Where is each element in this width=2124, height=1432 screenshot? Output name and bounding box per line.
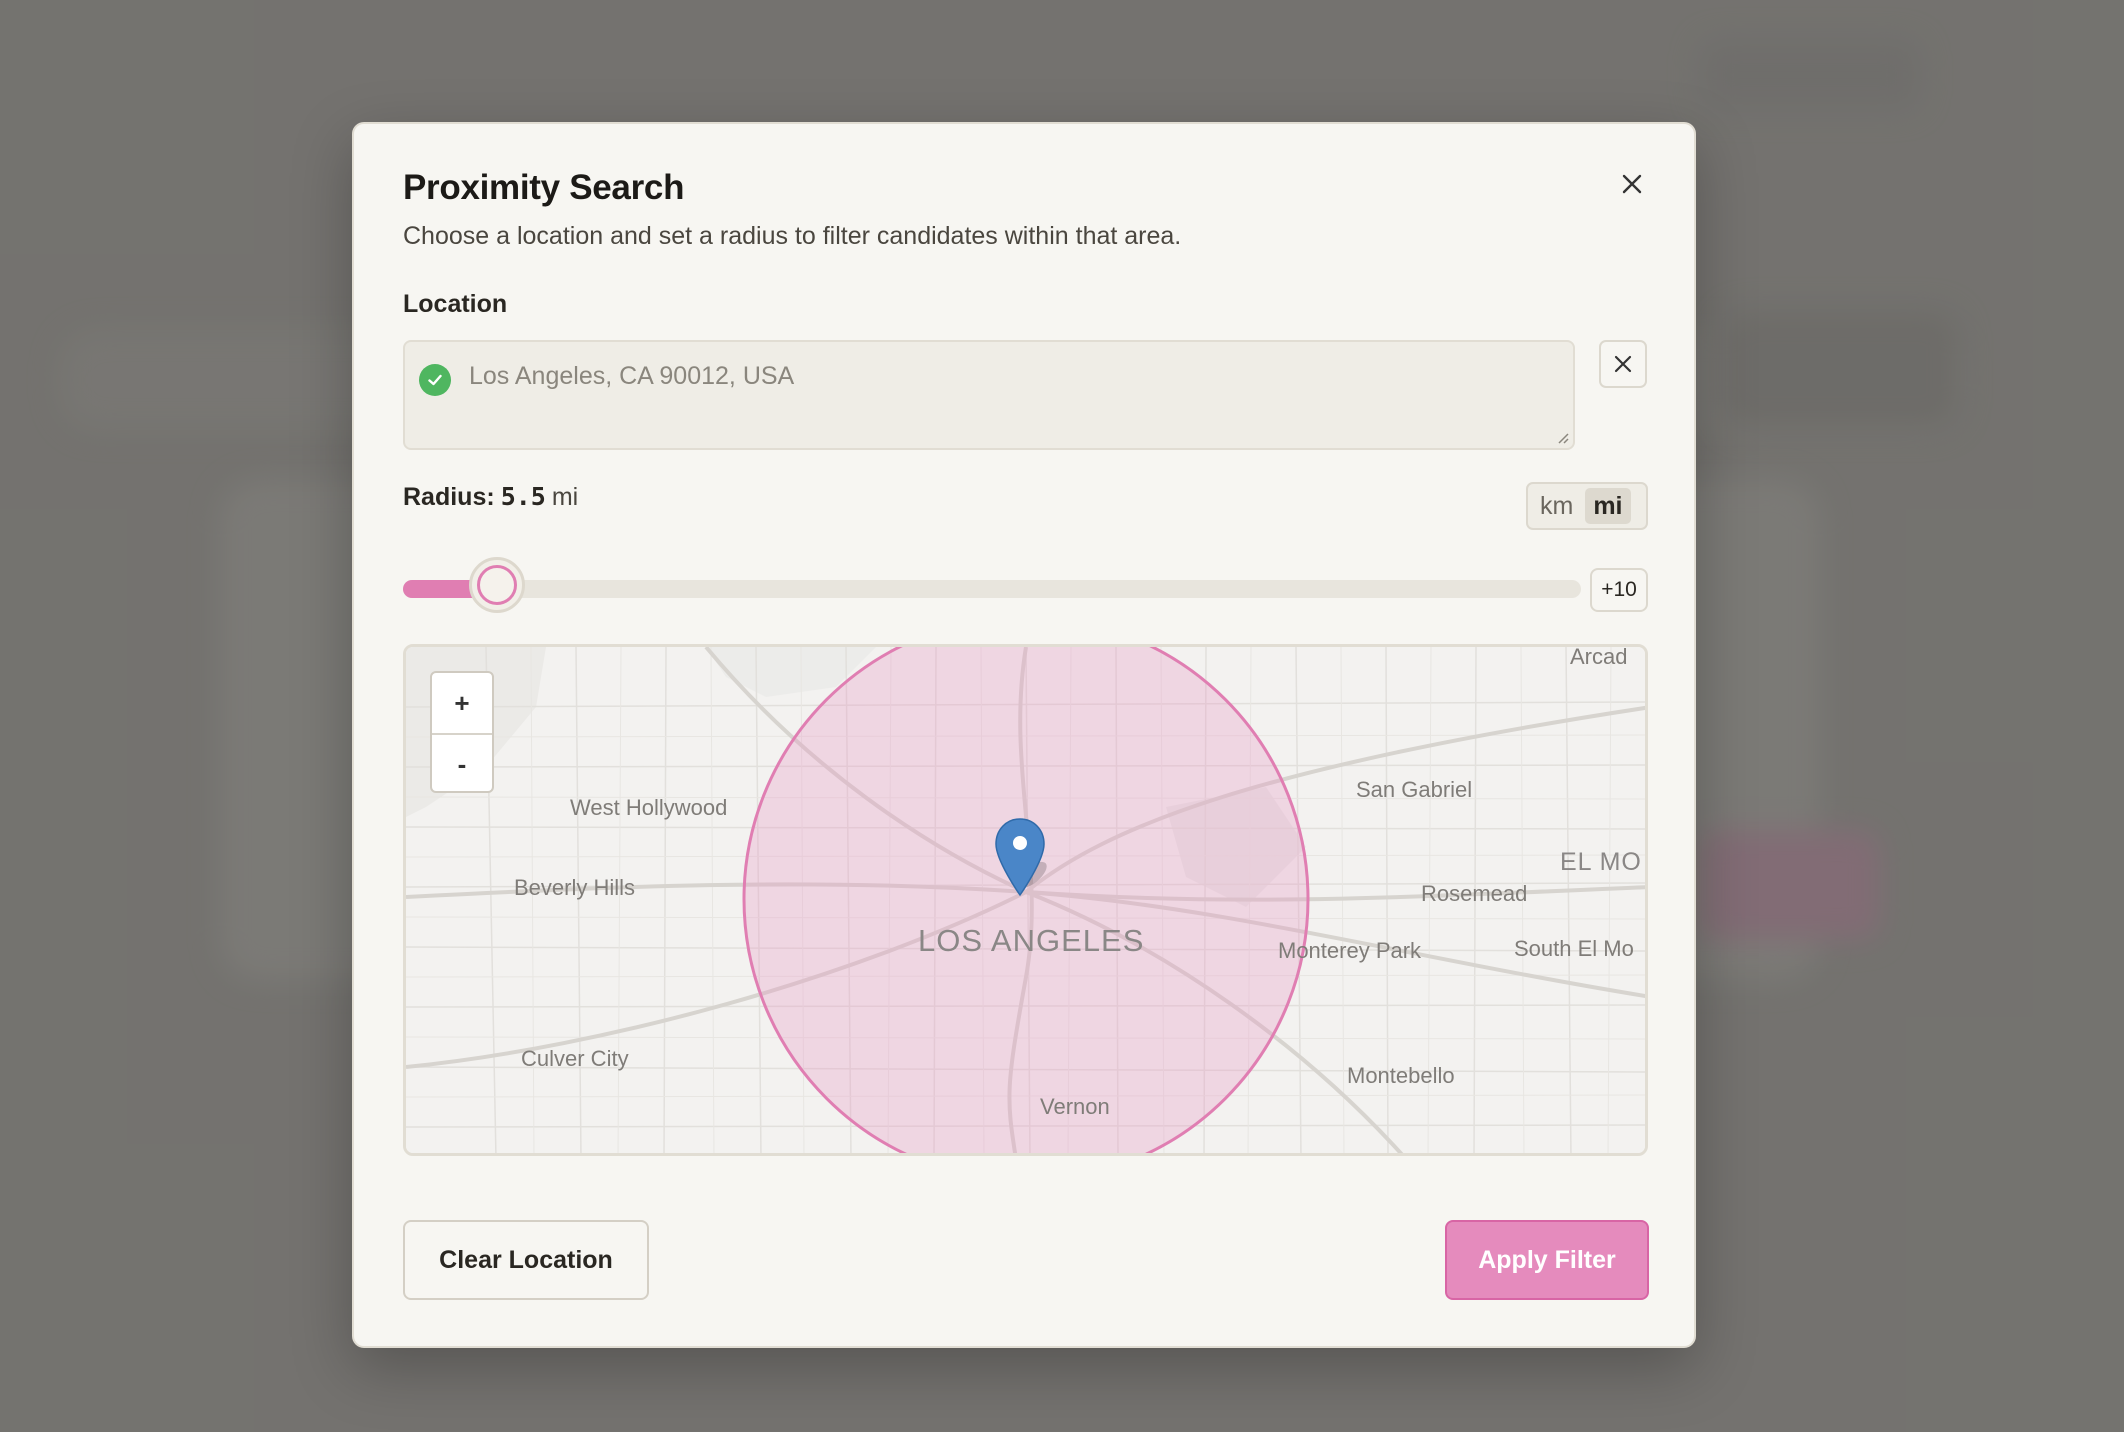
radius-unit: mi (551, 483, 579, 511)
map-view[interactable]: Arcad West Hollywood San Gabriel Beverly… (403, 644, 1648, 1156)
zoom-out-button[interactable]: - (432, 733, 492, 791)
map-label-beverly-hills: Beverly Hills (514, 875, 636, 900)
close-dialog-button[interactable] (1612, 164, 1652, 204)
map-label-south-el-monte: South El Mo (1514, 936, 1634, 961)
close-icon (1622, 174, 1642, 194)
map-label-san-gabriel: San Gabriel (1356, 777, 1473, 802)
radius-value: 5.5 (500, 482, 546, 511)
map-label-rosemead: Rosemead (1421, 881, 1528, 906)
map-zoom-control: + - (430, 671, 494, 793)
map-label-montebello: Montebello (1347, 1063, 1455, 1088)
location-label: Location (403, 290, 508, 318)
radius-slider[interactable] (403, 557, 1581, 613)
proximity-search-dialog: Proximity Search Choose a location and s… (352, 122, 1696, 1348)
map-label-monterey-park: Monterey Park (1278, 938, 1422, 963)
radius-slider-thumb[interactable] (469, 557, 525, 613)
unit-toggle: km mi (1526, 482, 1648, 530)
map-pin-icon[interactable] (994, 817, 1058, 901)
map-label-el-monte: EL MO (1560, 848, 1642, 876)
map-label-culver-city: Culver City (521, 1046, 629, 1071)
radius-plus-ten-button[interactable]: +10 (1590, 568, 1648, 612)
unit-km-button[interactable]: km (1532, 488, 1581, 524)
location-value: Los Angeles, CA 90012, USA (469, 362, 795, 390)
map-label-vernon: Vernon (1040, 1094, 1110, 1119)
zoom-in-button[interactable]: + (432, 673, 492, 733)
map-label-west-hollywood: West Hollywood (570, 795, 728, 820)
radius-label: Radius: (403, 483, 495, 511)
dialog-title: Proximity Search (403, 168, 685, 207)
check-circle-icon (419, 364, 451, 396)
dialog-subtitle: Choose a location and set a radius to fi… (403, 222, 1182, 250)
radius-readout: Radius: 5.5 mi (403, 482, 578, 512)
map-label-los-angeles: LOS ANGELES (918, 923, 1145, 958)
unit-mi-button[interactable]: mi (1585, 488, 1631, 524)
clear-location-button[interactable]: Clear Location (403, 1220, 649, 1300)
apply-filter-button[interactable]: Apply Filter (1445, 1220, 1649, 1300)
location-field[interactable]: Los Angeles, CA 90012, USA (403, 340, 1575, 450)
map-label-arcadia: Arcad (1570, 644, 1628, 669)
close-icon (1614, 355, 1632, 373)
resize-grip-icon[interactable] (1555, 430, 1569, 444)
clear-location-x-button[interactable] (1599, 340, 1647, 388)
